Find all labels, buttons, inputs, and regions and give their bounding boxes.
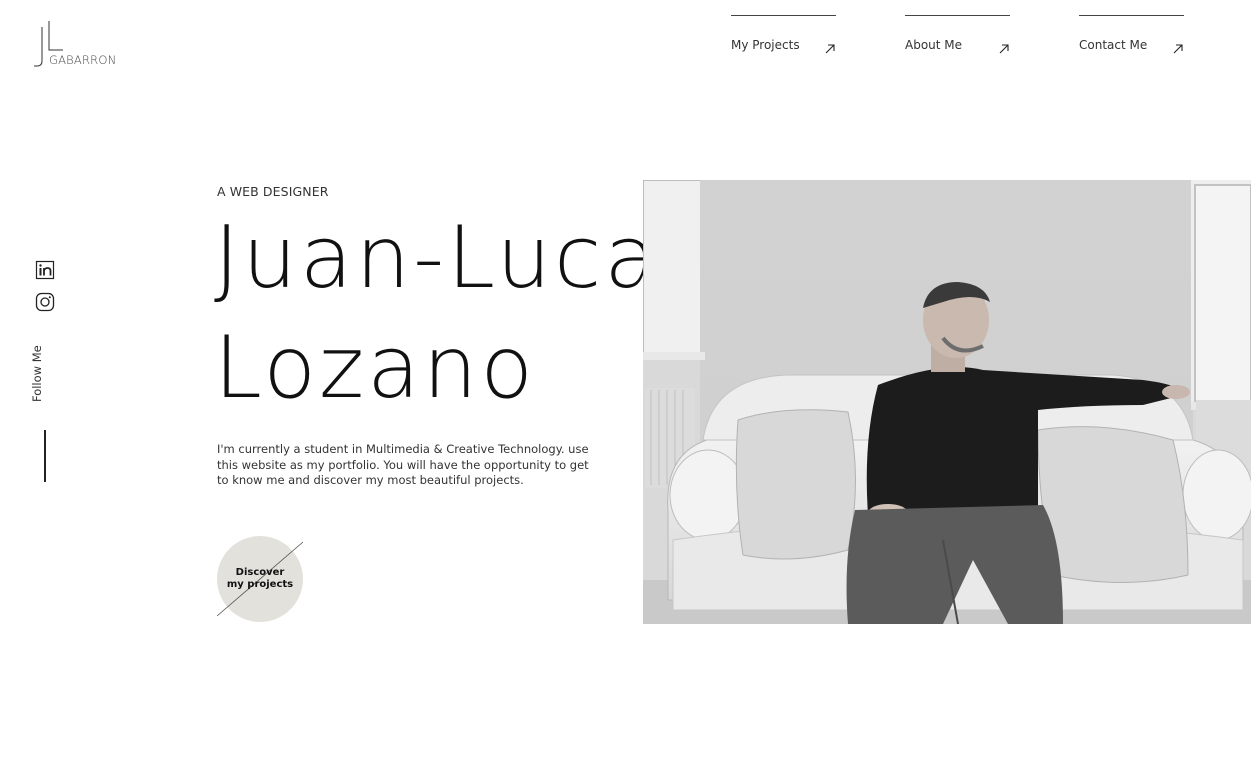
- nav-my-projects[interactable]: My Projects: [731, 15, 836, 56]
- arrow-up-right-icon: [999, 44, 1009, 54]
- arrow-up-right-icon: [825, 44, 835, 54]
- hero-name-first: Juan-Luca: [214, 208, 660, 308]
- nav-contact-me[interactable]: Contact Me: [1079, 15, 1184, 56]
- instagram-link[interactable]: [35, 292, 55, 312]
- cta-line-2: my projects: [226, 579, 294, 590]
- cta-line-1: Discover: [235, 567, 285, 578]
- hero-eyebrow: A WEB DESIGNER: [217, 184, 329, 199]
- hero-name-last: Lozano: [214, 318, 536, 418]
- hero-intro: I'm currently a student in Multimedia & …: [217, 442, 589, 487]
- follow-divider: [44, 430, 46, 482]
- nav-about-me[interactable]: About Me: [905, 15, 1010, 56]
- nav-label: About Me: [905, 38, 963, 52]
- discover-projects-button[interactable]: Discover my projects: [217, 536, 303, 622]
- linkedin-icon: [35, 260, 55, 280]
- hero-portrait-photo: [643, 180, 1251, 624]
- nav-label: Contact Me: [1079, 38, 1148, 52]
- linkedin-link[interactable]: [35, 260, 55, 280]
- nav-label: My Projects: [731, 38, 800, 52]
- logo[interactable]: GABARRON: [33, 19, 123, 69]
- logo-wordmark: GABARRON: [49, 53, 117, 67]
- cta-text: Discover my projects: [217, 567, 303, 591]
- follow-me-text: Follow Me: [30, 345, 44, 402]
- arrow-up-right-icon: [1173, 44, 1183, 54]
- portrait-image: [643, 180, 1251, 624]
- instagram-icon: [35, 292, 55, 312]
- follow-me-label: Follow Me: [30, 345, 58, 416]
